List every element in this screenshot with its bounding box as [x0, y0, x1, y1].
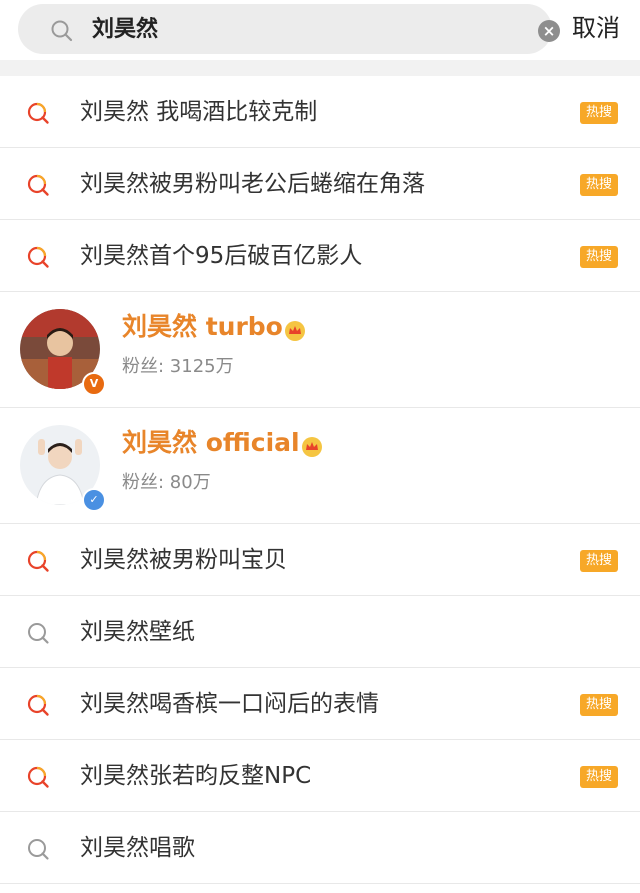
search-input[interactable]: 刘昊然 × — [18, 4, 560, 54]
suggestion-item[interactable]: 刘昊然张若昀反整NPC 热搜 — [0, 740, 640, 812]
hot-search-icon — [26, 101, 50, 125]
suggestion-text: 刘昊然 我喝酒比较克制 — [80, 99, 318, 125]
hot-badge: 热搜 — [580, 174, 618, 196]
hot-badge: 热搜 — [580, 694, 618, 716]
search-icon — [26, 621, 50, 645]
hot-badge: 热搜 — [580, 246, 618, 268]
suggestion-item[interactable]: 刘昊然 我喝酒比较克制 热搜 — [0, 76, 640, 148]
user-result[interactable]: V 刘昊然 turbo 粉丝: 3125万 — [0, 292, 640, 408]
verified-badge-icon: ✓ — [82, 488, 106, 512]
suggestion-text: 刘昊然被男粉叫宝贝 — [80, 547, 287, 573]
username[interactable]: 刘昊然 turbo — [122, 310, 306, 344]
hot-search-icon — [26, 245, 50, 269]
hot-search-icon — [26, 173, 50, 197]
suggestion-item[interactable]: 刘昊然被男粉叫宝贝 热搜 — [0, 524, 640, 596]
hot-search-icon — [26, 693, 50, 717]
clear-icon[interactable]: × — [538, 20, 560, 42]
hot-badge: 热搜 — [580, 102, 618, 124]
verified-badge-icon: V — [82, 372, 106, 396]
follower-count: 粉丝: 3125万 — [122, 356, 234, 377]
user-result[interactable]: ✓ 刘昊然 official 粉丝: 80万 — [0, 408, 640, 524]
hot-badge: 热搜 — [580, 550, 618, 572]
follower-count: 粉丝: 80万 — [122, 472, 211, 493]
search-icon — [50, 19, 74, 43]
suggestion-text: 刘昊然壁纸 — [80, 619, 195, 645]
suggestion-item[interactable]: 刘昊然喝香槟一口闷后的表情 热搜 — [0, 668, 640, 740]
search-icon — [26, 837, 50, 861]
suggestion-text: 刘昊然首个95后破百亿影人 — [80, 243, 363, 269]
hot-search-icon — [26, 765, 50, 789]
suggestion-text: 刘昊然唱歌 — [80, 835, 195, 861]
suggestion-text: 刘昊然张若昀反整NPC — [80, 763, 312, 789]
hot-badge: 热搜 — [580, 766, 618, 788]
suggestion-item[interactable]: 刘昊然被男粉叫老公后蜷缩在角落 热搜 — [0, 148, 640, 220]
username[interactable]: 刘昊然 official — [122, 426, 323, 460]
suggestion-item[interactable]: 刘昊然壁纸 — [0, 596, 640, 668]
suggestion-text: 刘昊然喝香槟一口闷后的表情 — [80, 691, 379, 717]
divider — [0, 60, 640, 76]
username-text: 刘昊然 official — [122, 428, 300, 457]
cancel-button[interactable]: 取消 — [572, 12, 620, 44]
crown-icon — [284, 317, 306, 341]
suggestion-list: 刘昊然 我喝酒比较克制 热搜 刘昊然被男粉叫老公后蜷缩在角落 热搜 刘昊然首个9… — [0, 76, 640, 884]
suggestion-item[interactable]: 刘昊然首个95后破百亿影人 热搜 — [0, 220, 640, 292]
suggestion-text: 刘昊然被男粉叫老公后蜷缩在角落 — [80, 171, 425, 197]
search-header: 刘昊然 × 取消 — [0, 0, 640, 60]
suggestion-item[interactable]: 刘昊然唱歌 — [0, 812, 640, 884]
username-text: 刘昊然 turbo — [122, 312, 283, 341]
crown-icon — [301, 433, 323, 457]
hot-search-icon — [26, 549, 50, 573]
search-query[interactable]: 刘昊然 — [92, 15, 158, 45]
